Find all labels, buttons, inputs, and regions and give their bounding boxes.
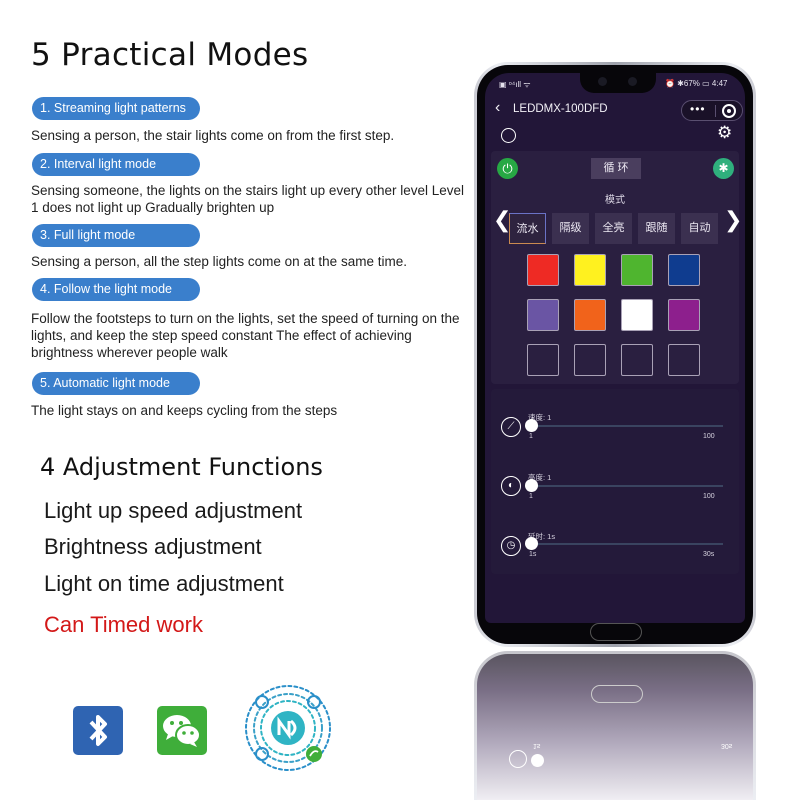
mode-tab-interval[interactable]: 隔级 bbox=[552, 213, 589, 244]
mode-desc-2: Sensing someone, the lights on the stair… bbox=[31, 183, 465, 215]
bluetooth-icon[interactable]: ✱ bbox=[713, 158, 734, 179]
mode-label-4: 4. Follow the light mode bbox=[32, 278, 200, 301]
mode-desc-5: The light stays on and keeps cycling fro… bbox=[31, 403, 338, 418]
color-swatch[interactable] bbox=[621, 254, 653, 286]
bluetooth-icon bbox=[73, 706, 123, 755]
capsule-divider bbox=[715, 105, 716, 117]
adjustment-item: Light on time adjustment bbox=[44, 571, 284, 596]
brightness-icon: ◐ bbox=[501, 476, 521, 496]
mode-label-3: 3. Full light mode bbox=[32, 224, 200, 247]
color-swatch[interactable] bbox=[527, 254, 559, 286]
clock-icon bbox=[509, 750, 527, 768]
empty-swatch[interactable] bbox=[527, 344, 559, 376]
reflection-min: 1s bbox=[533, 742, 541, 749]
brightness-max: 100 bbox=[703, 493, 715, 500]
speed-max: 100 bbox=[703, 433, 715, 440]
mini-program-capsule: ••• bbox=[681, 100, 743, 121]
brightness-slider-thumb[interactable] bbox=[525, 479, 538, 492]
speedometer-icon: ⟋ bbox=[501, 417, 521, 437]
adjustment-item: Light up speed adjustment bbox=[44, 498, 303, 523]
empty-swatch[interactable] bbox=[668, 344, 700, 376]
color-swatch[interactable] bbox=[668, 299, 700, 331]
clock-icon: ◷ bbox=[501, 536, 521, 556]
delay-slider-track[interactable] bbox=[531, 543, 723, 545]
user-icon[interactable] bbox=[501, 128, 516, 143]
mode-desc-4: Follow the footsteps to turn on the ligh… bbox=[31, 311, 460, 360]
status-right: ⏰ ✱67% ▭ 4:47 bbox=[665, 79, 728, 88]
brightness-slider-track[interactable] bbox=[531, 485, 723, 487]
adjustments-title: 4 Adjustment Functions bbox=[40, 453, 323, 481]
mode-panel: ⏻ 循 环 ✱ 模式 ❮ 流水 隔级 全亮 跟随 自动 ❯ bbox=[491, 151, 742, 384]
speed-slider-track[interactable] bbox=[531, 425, 723, 427]
mode-label-2: 2. Interval light mode bbox=[32, 153, 200, 176]
wechat-icon bbox=[157, 706, 207, 755]
brightness-min: 1 bbox=[529, 493, 533, 500]
speed-min: 1 bbox=[529, 433, 533, 440]
mode-tab-full[interactable]: 全亮 bbox=[595, 213, 632, 244]
mode-label-5: 5. Automatic light mode bbox=[32, 372, 200, 395]
page-title: 5 Practical Modes bbox=[31, 37, 309, 73]
loop-button[interactable]: 循 环 bbox=[591, 158, 641, 179]
mode-tab-stream[interactable]: 流水 bbox=[509, 213, 546, 244]
mode-desc-1: Sensing a person, the stair lights come … bbox=[31, 128, 395, 143]
speed-slider-thumb[interactable] bbox=[525, 419, 538, 432]
phone-mockup: ▣ ᵒ⁴ıll ᯤ ⏰ ✱67% ▭ 4:47 ‹ LEDDMX-100DFD … bbox=[474, 62, 756, 647]
slider-panel: ⟋ 速度: 1 1 100 ◐ 亮度: 1 1 100 ◷ 延时: 1s 1s bbox=[491, 389, 739, 574]
mode-tab-auto[interactable]: 自动 bbox=[681, 213, 718, 244]
color-swatch[interactable] bbox=[574, 254, 606, 286]
slider-thumb-reflection bbox=[531, 754, 544, 767]
color-swatch[interactable] bbox=[527, 299, 559, 331]
app-title: LEDDMX-100DFD bbox=[513, 103, 608, 115]
mode-label: 模式 bbox=[605, 195, 625, 206]
mini-program-qr-code[interactable] bbox=[243, 683, 333, 773]
adjustment-item: Brightness adjustment bbox=[44, 534, 262, 559]
timed-work-highlight: Can Timed work bbox=[44, 612, 203, 637]
phone-notch bbox=[580, 73, 656, 93]
more-icon[interactable]: ••• bbox=[690, 102, 706, 116]
status-left: ▣ ᵒ⁴ıll ᯤ bbox=[499, 80, 531, 89]
color-swatch[interactable] bbox=[621, 299, 653, 331]
back-icon[interactable]: ‹ bbox=[495, 99, 500, 117]
home-button bbox=[590, 623, 642, 641]
mode-tab-follow[interactable]: 跟随 bbox=[638, 213, 675, 244]
home-button-reflection bbox=[591, 685, 643, 703]
power-icon[interactable]: ⏻ bbox=[497, 158, 518, 179]
empty-swatch[interactable] bbox=[574, 344, 606, 376]
delay-slider-thumb[interactable] bbox=[525, 537, 538, 550]
app-screen: ▣ ᵒ⁴ıll ᯤ ⏰ ✱67% ▭ 4:47 ‹ LEDDMX-100DFD … bbox=[485, 73, 745, 623]
phone-reflection: 1s 30s bbox=[474, 651, 756, 800]
reflection-max: 30s bbox=[721, 742, 733, 749]
color-swatch[interactable] bbox=[668, 254, 700, 286]
close-target-icon[interactable] bbox=[722, 104, 736, 118]
delay-max: 30s bbox=[703, 551, 715, 558]
color-swatch[interactable] bbox=[574, 299, 606, 331]
gear-icon[interactable]: ⚙ bbox=[717, 123, 732, 143]
chevron-right-icon[interactable]: ❯ bbox=[724, 207, 742, 233]
empty-swatch[interactable] bbox=[621, 344, 653, 376]
mode-desc-3: Sensing a person, all the step lights co… bbox=[31, 254, 407, 269]
camera-icon bbox=[598, 77, 607, 86]
mode-label-1: 1. Streaming light patterns bbox=[32, 97, 200, 120]
delay-min: 1s bbox=[529, 551, 537, 558]
camera-icon bbox=[628, 77, 637, 86]
